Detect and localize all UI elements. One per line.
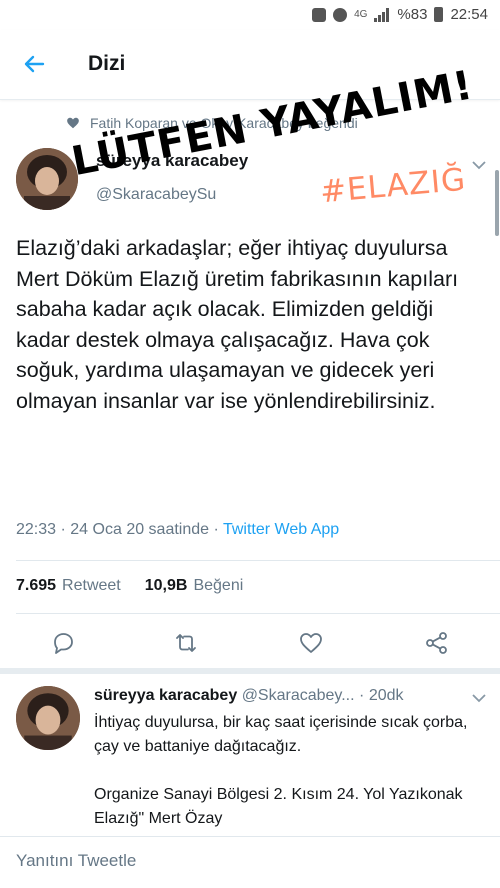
reply-author-handle[interactable]: @Skaracabey... xyxy=(242,687,355,704)
tweet-date: 24 Oca 20 saatinde xyxy=(70,521,210,538)
heart-icon xyxy=(67,117,79,129)
alarm-icon xyxy=(333,7,348,22)
chevron-down-icon[interactable] xyxy=(472,693,486,703)
like-label[interactable]: Beğeni xyxy=(193,577,243,595)
like-icon[interactable] xyxy=(298,630,324,656)
back-arrow-icon[interactable] xyxy=(22,52,46,76)
reply-time: 20dk xyxy=(368,687,404,704)
reply-input-placeholder[interactable]: Yanıtını Tweetle xyxy=(16,851,136,871)
divider xyxy=(16,560,500,561)
tweet-stats: 7.695 Retweet 10,9B Beğeni xyxy=(16,577,243,595)
status-bar: 4G %83 22:54 xyxy=(0,0,500,30)
network-type: 4G xyxy=(354,9,368,20)
like-count[interactable]: 10,9B xyxy=(145,577,188,595)
page-title: Dizi xyxy=(88,52,126,75)
reply-header[interactable]: süreyya karacabey @Skaracabey... · 20dk xyxy=(94,687,404,705)
tweet-text: Elazığ’daki arkadaşlar; eğer ihtiyaç duy… xyxy=(16,236,459,413)
status-icons: 4G %83 22:54 xyxy=(312,6,488,23)
reply-composer[interactable]: Yanıtını Tweetle xyxy=(0,836,500,888)
avatar-photo xyxy=(16,148,78,210)
reply-icon[interactable] xyxy=(50,630,76,656)
tweet-time: 22:33 xyxy=(16,521,57,538)
clock: 22:54 xyxy=(450,6,488,23)
battery-icon xyxy=(434,7,444,22)
reply-paragraph: Organize Sanayi Bölgesi 2. Kısım 24. Yol… xyxy=(94,786,463,827)
avatar[interactable] xyxy=(16,148,78,210)
share-icon[interactable] xyxy=(424,630,450,656)
scrollbar[interactable] xyxy=(495,170,499,236)
divider xyxy=(16,613,500,614)
meta-separator: · xyxy=(359,687,365,704)
tweet-source-link[interactable]: Twitter Web App xyxy=(223,521,339,538)
reply-author-name[interactable]: süreyya karacabey xyxy=(94,687,237,704)
overlay-hashtag-text: #ELAZIĞ xyxy=(318,161,468,211)
signal-icon xyxy=(374,7,390,22)
reply-paragraph: İhtiyaç duyulursa, bir kaç saat içerisin… xyxy=(94,714,468,755)
retweet-icon[interactable] xyxy=(173,630,199,656)
battery-percent: %83 xyxy=(397,6,428,23)
avatar-photo xyxy=(16,686,80,750)
section-separator xyxy=(0,668,500,674)
author-handle[interactable]: @SkaracabeySu xyxy=(96,186,216,204)
meta-separator: · xyxy=(60,521,66,538)
reply-avatar[interactable] xyxy=(16,686,80,750)
chevron-down-icon[interactable] xyxy=(472,160,486,170)
lock-notification-icon xyxy=(312,7,327,22)
tweet-meta: 22:33 · 24 Oca 20 saatinde · Twitter Web… xyxy=(16,521,339,539)
reply-text: İhtiyaç duyulursa, bir kaç saat içerisin… xyxy=(94,711,489,831)
retweet-label[interactable]: Retweet xyxy=(62,577,121,595)
meta-separator: · xyxy=(213,521,219,538)
retweet-count[interactable]: 7.695 xyxy=(16,577,56,595)
